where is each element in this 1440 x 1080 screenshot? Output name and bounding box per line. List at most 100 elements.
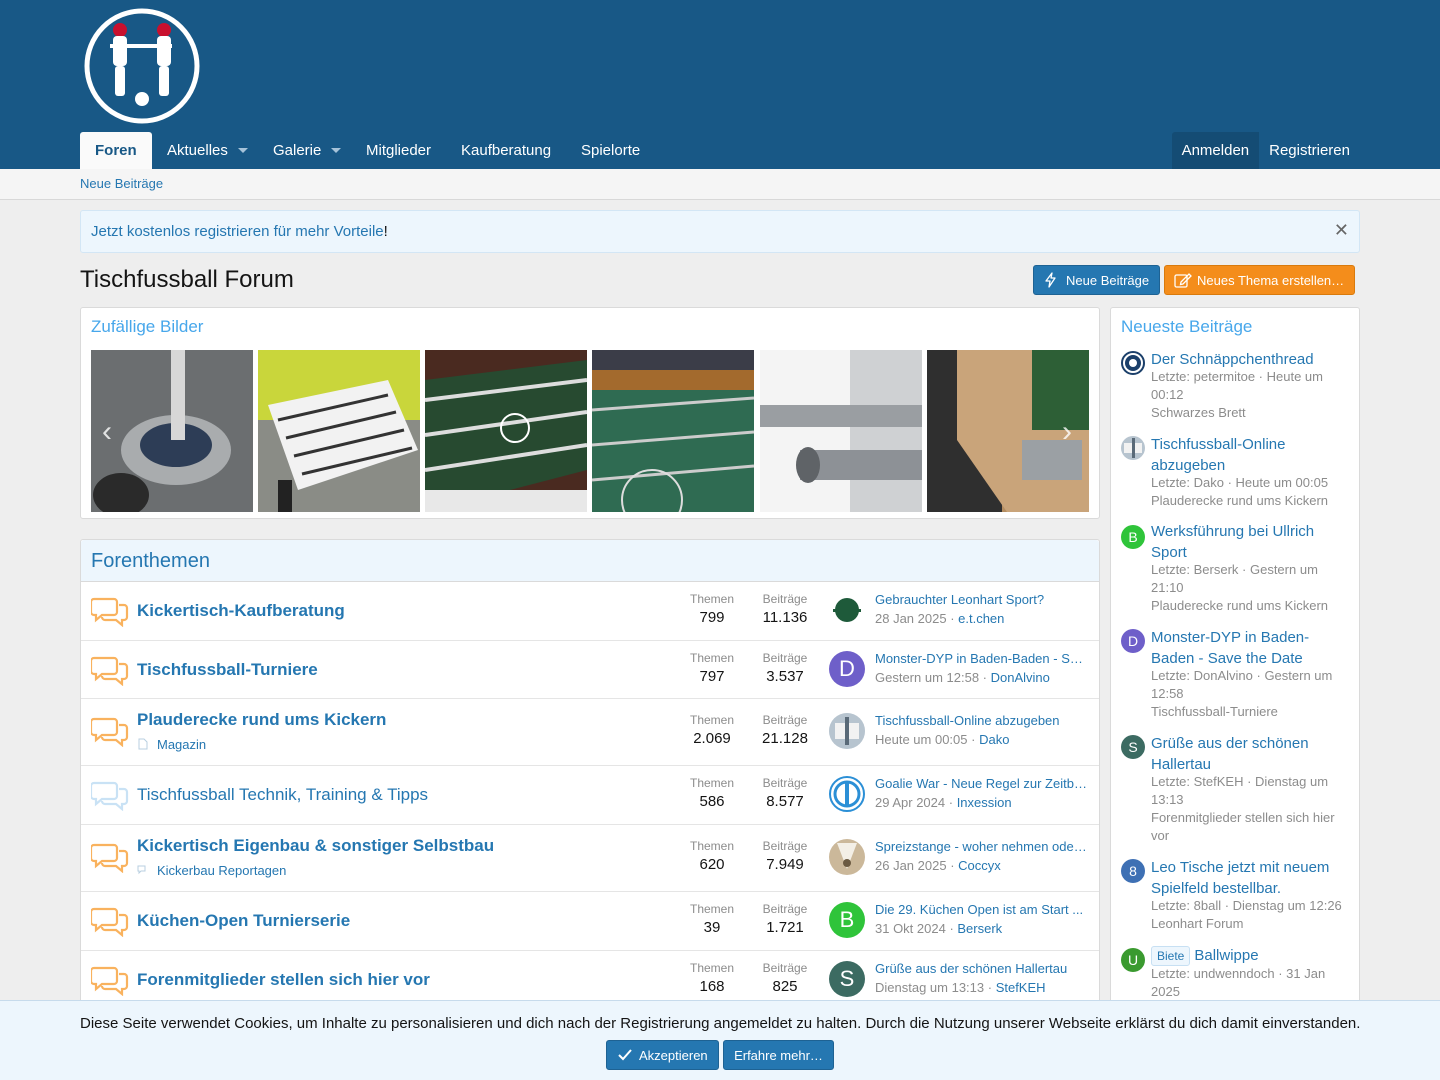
accept-cookies-button[interactable]: Akzeptieren [606,1040,719,1070]
avatar[interactable] [829,592,865,628]
last-post-title-link[interactable]: Spreizstange - woher nehmen oder selbst … [875,839,1089,854]
auth-links: Anmelden Registrieren [1171,132,1360,169]
avatar[interactable]: B [829,902,865,938]
sidebar-post-forum: Forenmitglieder stellen sich hier vor [1151,810,1335,843]
avatar[interactable]: D [1121,629,1145,653]
last-post-title-link[interactable]: Goalie War - Neue Regel zur Zeitbegrenzu… [875,776,1089,791]
sidebar-post-title-link[interactable]: Tischfussball-Online abzugeben [1151,434,1351,476]
sidebar-post-title-link[interactable]: Der Schnäppchenthread [1151,349,1351,370]
last-post-user-link[interactable]: Coccyx [958,858,1001,873]
threads-stat: Themen 2.069 [682,713,742,747]
forum-bubbles-icon [91,597,129,627]
edit-icon [1174,273,1192,288]
forum-link[interactable]: Plauderecke rund ums Kickern [137,710,386,730]
nav-tab-kaufberatung[interactable]: Kaufberatung [446,132,566,169]
posts-count: 1.721 [766,919,804,936]
sidebar-post-title-link[interactable]: Ballwippe [1194,947,1258,964]
gallery-thumbnail[interactable] [91,350,253,512]
subforum-link[interactable]: Kickerbau Reportagen [137,863,286,878]
nav-tab-galerie[interactable]: Galerie [258,132,336,169]
avatar[interactable]: D [829,651,865,687]
forum-link[interactable]: Tischfussball-Turniere [137,660,318,680]
avatar[interactable] [829,776,865,812]
last-post-user-link[interactable]: Inxession [957,795,1012,810]
new-posts-button[interactable]: Neue Beiträge [1033,265,1161,295]
sub-nav: Neue Beiträge [0,169,1440,200]
forum-link[interactable]: Küchen-Open Turnierserie [137,911,350,931]
forum-row[interactable]: Tischfussball-Turniere Themen 797 Beiträg… [81,641,1099,699]
last-post-title-link[interactable]: Monster-DYP in Baden-Baden - Save the Da… [875,651,1089,666]
nav-tab-aktuelles[interactable]: Aktuelles [152,132,243,169]
forum-row[interactable]: Kickertisch-Kaufberatung Themen 799 Beitr… [81,582,1099,641]
forum-bubbles-icon [91,843,129,873]
sidebar-post-title-link[interactable]: Monster-DYP in Baden-Baden - Save the Da… [1151,627,1351,669]
register-notice-link[interactable]: Jetzt kostenlos registrieren für mehr Vo… [91,223,384,240]
threads-stat: Themen 39 [682,902,742,936]
last-post-user-link[interactable]: Dako [979,732,1009,747]
last-post-user-link[interactable]: DonAlvino [991,670,1050,685]
sidebar-post-meta: Letzte: petermitoe · Heute um 00:12 [1151,369,1323,402]
avatar[interactable] [829,839,865,875]
close-icon[interactable]: ✕ [1334,220,1349,241]
posts-count: 21.128 [762,730,808,747]
chat-bubbles-small-icon [137,865,146,875]
sidebar-post-title-link[interactable]: Leo Tische jetzt mit neuem Spielfeld bes… [1151,857,1351,899]
avatar[interactable]: U [1121,948,1145,972]
last-post-user-link[interactable]: Berserk [957,921,1002,936]
posts-label: Beiträge [762,776,808,790]
forum-link[interactable]: Forenmitglieder stellen sich hier vor [137,970,430,990]
gallery-next-arrow-icon[interactable]: › [1062,415,1072,449]
gallery-thumbnail[interactable] [592,350,754,512]
last-post-date: Gestern um 12:58 [875,670,980,685]
avatar[interactable]: 8 [1121,859,1145,883]
last-post-title-link[interactable]: Grüße aus der schönen Hallertau [875,961,1089,976]
avatar[interactable] [1121,436,1145,460]
avatar[interactable]: S [829,961,865,997]
avatar[interactable]: S [1121,735,1145,759]
forum-row[interactable]: Plauderecke rund ums Kickern Magazin The… [81,699,1099,766]
subforum-link[interactable]: Magazin [137,737,206,752]
nav-tab-spielorte[interactable]: Spielorte [566,132,655,169]
avatar[interactable] [1121,351,1145,375]
subnav-new-posts-link[interactable]: Neue Beiträge [80,176,163,191]
page-title: Tischfussball Forum [80,266,294,293]
register-notice: Jetzt kostenlos registrieren für mehr Vo… [80,210,1360,253]
last-post-title-link[interactable]: Die 29. Küchen Open ist am Start ... [875,902,1089,917]
last-post-title-link[interactable]: Gebrauchter Leonhart Sport? [875,592,1089,607]
new-thread-button[interactable]: Neues Thema erstellen… [1164,265,1356,295]
forum-link[interactable]: Tischfussball Technik, Training & Tipps [137,785,428,805]
avatar[interactable]: B [1121,525,1145,549]
nav-tab-foren[interactable]: Foren [80,132,152,169]
forum-link[interactable]: Kickertisch-Kaufberatung [137,601,345,621]
register-link[interactable]: Registrieren [1259,132,1360,169]
sidebar-post-title-link[interactable]: Werksführung bei Ullrich Sport [1151,521,1351,563]
document-icon [138,738,148,750]
galerie-dropdown-caret-icon[interactable] [331,148,341,153]
aktuelles-dropdown-caret-icon[interactable] [238,148,248,153]
threads-stat: Themen 586 [682,776,742,810]
threads-label: Themen [689,651,735,665]
login-link[interactable]: Anmelden [1172,132,1260,169]
threads-label: Themen [689,776,735,790]
gallery-thumbnail[interactable] [425,350,587,512]
sidebar-post-title-link[interactable]: Grüße aus der schönen Hallertau [1151,733,1351,775]
register-notice-suffix: ! [383,223,388,240]
forum-row[interactable]: Tischfussball Technik, Training & Tipps … [81,766,1099,825]
forum-link[interactable]: Kickertisch Eigenbau & sonstiger Selbstb… [137,836,494,856]
forum-row[interactable]: Küchen-Open Turnierserie Themen 39 Beiträ… [81,892,1099,951]
gallery-thumbnail[interactable] [760,350,922,512]
learn-more-button[interactable]: Erfahre mehr… [723,1040,834,1070]
last-post-user-link[interactable]: e.t.chen [958,611,1004,626]
last-post-user-link[interactable]: StefKEH [996,980,1046,995]
main-nav: Foren Aktuelles Galerie Mitglieder Kaufb… [80,132,1360,169]
forum-row[interactable]: Kickertisch Eigenbau & sonstiger Selbstb… [81,825,1099,892]
gallery-thumbnail[interactable] [258,350,420,512]
gallery-prev-arrow-icon[interactable]: ‹ [102,415,112,449]
prefix-badge[interactable]: Biete [1151,946,1191,966]
sidebar-post-meta: Letzte: 8ball · Dienstag um 12:26 [1151,898,1342,913]
nav-tab-mitglieder[interactable]: Mitglieder [351,132,446,169]
sidebar-post-meta: Letzte: Dako · Heute um 00:05 [1151,475,1329,490]
avatar[interactable] [829,713,865,749]
site-logo[interactable] [80,6,205,126]
last-post-title-link[interactable]: Tischfussball-Online abzugeben [875,713,1089,728]
